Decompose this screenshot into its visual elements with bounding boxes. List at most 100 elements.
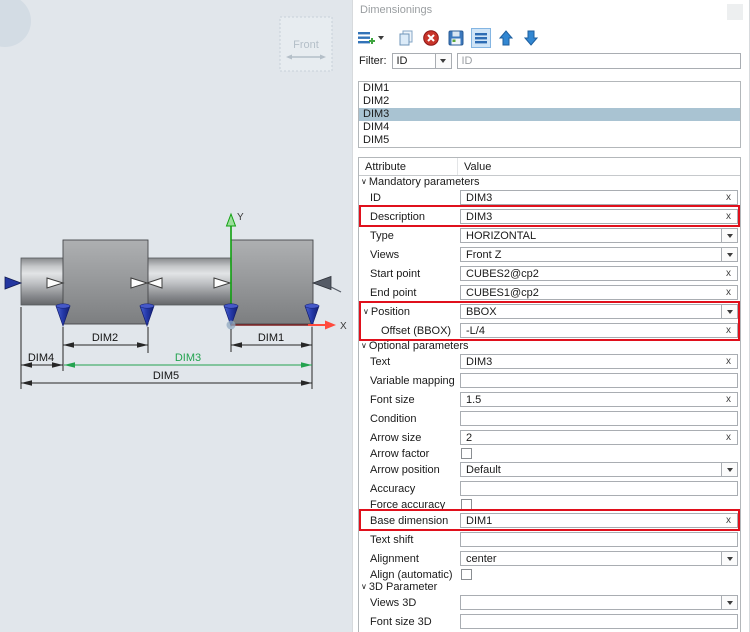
clear-button[interactable]: x: [726, 191, 731, 204]
group-optional-parameters[interactable]: ∨ Optional parameters: [359, 340, 740, 352]
panel-ghost-button[interactable]: [727, 4, 743, 20]
row-force-accuracy: Force accuracy: [359, 498, 740, 511]
attr-label: ID: [370, 192, 381, 204]
description-field[interactable]: DIM3 x: [460, 209, 738, 224]
arrow-down-icon: [524, 30, 538, 46]
attr-label: Arrow position: [370, 464, 440, 476]
row-views: Views Front Z: [359, 245, 740, 264]
type-select[interactable]: HORIZONTAL: [460, 228, 738, 243]
field-value: HORIZONTAL: [466, 230, 737, 242]
dim3-label[interactable]: DIM3: [175, 352, 201, 364]
row-views-3d: Views 3D: [359, 593, 740, 612]
filter-field-value: ID: [393, 55, 435, 67]
chevron-down-icon: [727, 234, 733, 238]
chevron-down-icon: ∨: [361, 583, 367, 591]
dropdown-button[interactable]: [721, 305, 737, 318]
group-3d-parameter[interactable]: ∨ 3D Parameter: [359, 581, 740, 593]
field-value: DIM3: [466, 192, 737, 204]
field-value: -L/4: [466, 325, 737, 337]
list-view-button[interactable]: [471, 28, 491, 48]
chevron-down-icon: [727, 601, 733, 605]
clear-button[interactable]: x: [726, 267, 731, 280]
front-view-widget[interactable]: Front: [280, 17, 332, 71]
dropdown-button[interactable]: [721, 463, 737, 476]
dim4-label[interactable]: DIM4: [28, 352, 54, 364]
dimension-list: DIM1 DIM2 DIM3 DIM4 DIM5: [358, 81, 741, 148]
group-label: Mandatory parameters: [369, 176, 480, 188]
base-dimension-field[interactable]: DIM1 x: [460, 513, 738, 528]
attr-label: Position: [371, 306, 410, 318]
clear-button[interactable]: x: [726, 324, 731, 337]
align-automatic-checkbox[interactable]: [461, 569, 472, 580]
dim5-label[interactable]: DIM5: [153, 370, 179, 382]
list-item[interactable]: DIM1: [359, 82, 740, 95]
list-item[interactable]: DIM4: [359, 121, 740, 134]
chevron-down-icon[interactable]: ∨: [363, 308, 369, 316]
attr-label: Start point: [370, 268, 420, 280]
clear-button[interactable]: x: [726, 355, 731, 368]
row-condition: Condition: [359, 409, 740, 428]
dim2-label[interactable]: DIM2: [92, 332, 118, 344]
text-field[interactable]: DIM3 x: [460, 354, 738, 369]
arrow-position-select[interactable]: Default: [460, 462, 738, 477]
attr-label: Text shift: [370, 534, 413, 546]
font-size-field[interactable]: 1.5 x: [460, 392, 738, 407]
list-item-selected[interactable]: DIM3: [359, 108, 740, 121]
end-point-field[interactable]: CUBES1@cp2 x: [460, 285, 738, 300]
start-point-field[interactable]: CUBES2@cp2 x: [460, 266, 738, 281]
delete-icon: [423, 30, 439, 46]
filter-query-input[interactable]: [457, 53, 742, 69]
position-select[interactable]: BBOX: [460, 304, 738, 319]
variable-mapping-field[interactable]: [460, 373, 738, 388]
row-type: Type HORIZONTAL: [359, 226, 740, 245]
filter-field-dropdown-button[interactable]: [435, 54, 451, 68]
group-mandatory-parameters[interactable]: ∨ Mandatory parameters: [359, 176, 740, 188]
text-shift-field[interactable]: [460, 532, 738, 547]
add-dropdown-caret-icon[interactable]: [378, 36, 384, 40]
block-right[interactable]: [231, 240, 313, 324]
field-value: DIM3: [466, 356, 737, 368]
alignment-select[interactable]: center: [460, 551, 738, 566]
grid-rows: ∨ Mandatory parameters ID DIM3 x Descrip…: [359, 176, 740, 631]
move-down-button[interactable]: [521, 28, 541, 48]
list-item[interactable]: DIM5: [359, 134, 740, 147]
clear-button[interactable]: x: [726, 393, 731, 406]
row-arrow-factor: Arrow factor: [359, 447, 740, 460]
attr-label: Description: [370, 211, 425, 223]
group-label: Optional parameters: [369, 340, 469, 352]
id-field[interactable]: DIM3 x: [460, 190, 738, 205]
save-button[interactable]: [446, 28, 466, 48]
attr-label: Font size: [370, 394, 415, 406]
field-value: Front Z: [466, 249, 737, 261]
views-select[interactable]: Front Z: [460, 247, 738, 262]
row-variable-mapping: Variable mapping: [359, 371, 740, 390]
filter-field-select[interactable]: ID: [392, 53, 452, 69]
delete-button[interactable]: [421, 28, 441, 48]
offset-bbox-field[interactable]: -L/4 x: [460, 323, 738, 338]
force-accuracy-checkbox[interactable]: [461, 499, 472, 510]
clear-button[interactable]: x: [726, 286, 731, 299]
add-dimensioning-button[interactable]: [357, 28, 385, 48]
clear-button[interactable]: x: [726, 431, 731, 444]
dropdown-button[interactable]: [721, 229, 737, 242]
copy-button[interactable]: [396, 28, 416, 48]
arrow-size-field[interactable]: 2 x: [460, 430, 738, 445]
clear-button[interactable]: x: [726, 210, 731, 223]
chevron-down-icon: [727, 310, 733, 314]
dim1-label[interactable]: DIM1: [258, 332, 284, 344]
condition-field[interactable]: [460, 411, 738, 426]
attr-label: Offset (BBOX): [381, 325, 451, 337]
font-size-3d-field[interactable]: [460, 614, 738, 629]
dropdown-button[interactable]: [721, 552, 737, 565]
arrow-factor-checkbox[interactable]: [461, 448, 472, 459]
accuracy-field[interactable]: [460, 481, 738, 496]
grid-header: Attribute Value: [359, 158, 740, 176]
views-3d-select[interactable]: [460, 595, 738, 610]
dropdown-button[interactable]: [721, 248, 737, 261]
3d-viewport[interactable]: Front Y: [0, 0, 352, 632]
dropdown-button[interactable]: [721, 596, 737, 609]
clear-button[interactable]: x: [726, 514, 731, 527]
list-item[interactable]: DIM2: [359, 95, 740, 108]
move-up-button[interactable]: [496, 28, 516, 48]
chevron-down-icon: [727, 468, 733, 472]
